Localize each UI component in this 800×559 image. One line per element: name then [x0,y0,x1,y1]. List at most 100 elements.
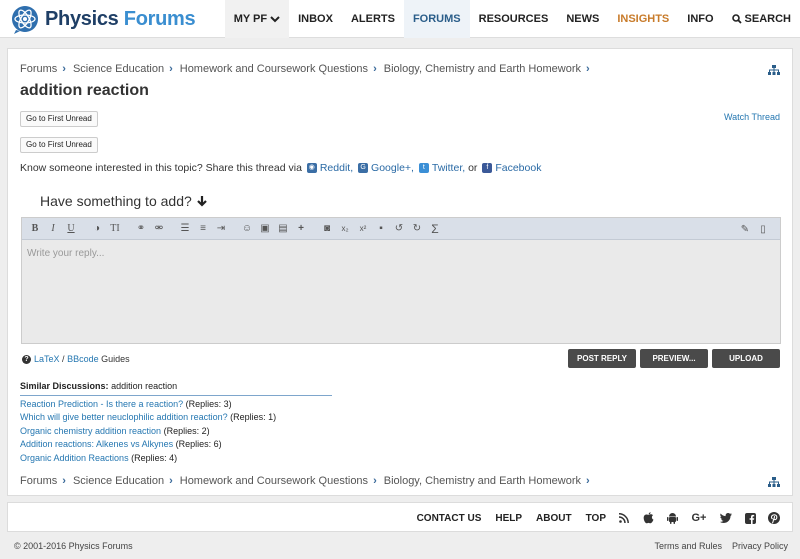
go-to-first-unread-button-2[interactable]: Go to First Unread [20,137,98,153]
subscript-icon[interactable]: x₂ [338,222,352,236]
facebook-icon[interactable] [744,512,756,524]
facebook-icon: f [482,163,493,173]
breadcrumb-science-education[interactable]: Science Education [73,63,164,75]
list-item: Organic chemistry addition reaction (Rep… [20,425,210,436]
twitter-icon[interactable] [720,512,732,524]
nav-alerts[interactable]: ALERTS [342,0,404,38]
nav-inbox[interactable]: INBOX [289,0,342,38]
underline-icon[interactable]: U [64,222,78,236]
nav-info[interactable]: INFO [678,0,722,38]
nav-forums[interactable]: FORUMS [403,0,470,38]
breadcrumb-biology-chemistry[interactable]: Biology, Chemistry and Earth Homework [384,63,581,75]
indent-icon[interactable]: ⇥ [214,222,228,236]
similar-thread-link[interactable]: Organic Addition Reactions [20,453,129,463]
similar-discussions-list: Reaction Prediction - Is there a reactio… [20,398,276,465]
site-logo[interactable]: Physics Forums [10,4,196,34]
share-twitter-link[interactable]: t Twitter, [417,162,465,174]
reddit-icon: ◉ [306,163,317,173]
site-header: Physics Forums MY PF INBOX ALERTS FORUMS… [0,0,800,38]
breadcrumb-bottom: Forums › Science Education › Homework and … [20,475,597,487]
logo-atom-icon [11,6,38,34]
footer-about[interactable]: ABOUT [536,513,572,524]
guides-suffix: Guides [101,354,130,364]
similar-thread-link[interactable]: Organic chemistry addition reaction [20,426,161,436]
breadcrumb-forums[interactable]: Forums [20,63,57,75]
color-icon[interactable]: ◑ [90,222,104,236]
editor-guides: ? LaTeX / BBcode Guides [22,354,130,364]
breadcrumb-biology-chemistry[interactable]: Biology, Chemistry and Earth Homework [384,475,581,487]
undo-icon[interactable]: ↺ [392,222,406,236]
nav-my-pf[interactable]: MY PF [224,0,290,38]
save-draft-icon[interactable]: ▪ [374,222,388,236]
terms-link[interactable]: Terms and Rules [654,541,722,551]
link-icon[interactable]: ⚭ [134,222,148,236]
nav-news[interactable]: NEWS [557,0,608,38]
similar-thread-link[interactable]: Which will give better neuclophilic addi… [20,412,228,422]
italic-icon[interactable]: I [46,222,60,236]
superscript-icon[interactable]: x² [356,222,370,236]
preview-button[interactable]: PREVIEW... [640,349,708,368]
legal-links: Terms and Rules Privacy Policy [644,541,788,551]
post-reply-button[interactable]: POST REPLY [568,349,636,368]
breadcrumb-chevron-icon: › [62,475,66,487]
sitemap-icon[interactable] [768,65,780,76]
share-reddit-link[interactable]: ◉ Reddit, [305,162,353,174]
smilie-icon[interactable]: ☺ [240,222,254,236]
rss-icon[interactable] [618,512,630,524]
redo-icon[interactable]: ↻ [410,222,424,236]
bbcode-guide-link[interactable]: BBcode [67,354,99,364]
footer-help[interactable]: HELP [495,513,522,524]
share-google-link[interactable]: G Google+, [356,162,414,174]
apple-icon[interactable] [642,512,654,524]
insert-icon[interactable]: + [294,222,308,236]
reply-editor: B I U ◑ TI ⚭ ⚮ ☰ ≡ ⇥ ☺ ▣ ▤ + ◙ x₂ x² ▪ ↺… [21,217,781,344]
guides-sep: / [62,354,65,364]
go-to-first-unread-button[interactable]: Go to First Unread [20,111,98,127]
list-item: Addition reactions: Alkenes vs Alkynes (… [20,439,222,450]
site-footer: CONTACT US HELP ABOUT TOP G+ [7,502,793,532]
nav-search[interactable]: SEARCH [723,0,800,38]
reply-textarea[interactable]: Write your reply... [27,248,104,259]
help-icon: ? [22,354,31,364]
breadcrumb-forums[interactable]: Forums [20,475,57,487]
android-icon[interactable] [666,512,678,524]
search-icon [731,14,742,24]
sitemap-icon[interactable] [768,477,780,488]
breadcrumb-homework[interactable]: Homework and Coursework Questions [180,63,368,75]
nav-insights[interactable]: INSIGHTS [608,0,678,38]
bullet-list-icon[interactable]: ☰ [178,222,192,236]
breadcrumb-science-education[interactable]: Science Education [73,475,164,487]
latex-guide-link[interactable]: LaTeX [34,354,60,364]
upload-button[interactable]: UPLOAD [712,349,780,368]
sigma-icon[interactable]: Σ [428,222,442,236]
copyright-text: © 2001-2016 Physics Forums [14,541,133,551]
nav-resources[interactable]: RESOURCES [470,0,558,38]
similar-discussions-heading: Similar Discussions: addition reaction [20,381,332,396]
pinterest-icon[interactable] [768,512,780,524]
breadcrumb-homework[interactable]: Homework and Coursework Questions [180,475,368,487]
list-item: Which will give better neuclophilic addi… [20,412,277,423]
watch-thread-link[interactable]: Watch Thread [724,112,780,122]
eraser-icon[interactable]: ✎ [738,222,752,236]
text-size-icon[interactable]: TI [108,222,122,236]
reply-heading: Have something to add? [40,193,208,209]
breadcrumb-chevron-icon: › [586,475,590,487]
media-icon[interactable]: ▤ [276,222,290,236]
similar-thread-link[interactable]: Addition reactions: Alkenes vs Alkynes [20,439,173,449]
footer-top[interactable]: TOP [586,513,606,524]
footer-contact-us[interactable]: CONTACT US [417,513,482,524]
camera-icon[interactable]: ◙ [320,222,334,236]
share-thread-bar: Know someone interested in this topic? S… [20,162,541,174]
chevron-down-icon [270,16,280,23]
share-facebook-link[interactable]: f Facebook [480,162,541,174]
similar-thread-link[interactable]: Reaction Prediction - Is there a reactio… [20,399,183,409]
thread-panel: Forums › Science Education › Homework and … [7,48,793,496]
source-icon[interactable]: ▯ [756,222,770,236]
google-plus-icon[interactable]: G+ [690,512,708,524]
numbered-list-icon[interactable]: ≡ [196,222,210,236]
privacy-link[interactable]: Privacy Policy [732,541,788,551]
image-icon[interactable]: ▣ [258,222,272,236]
unlink-icon[interactable]: ⚮ [152,222,166,236]
arrow-down-icon [196,196,207,207]
bold-icon[interactable]: B [28,222,42,236]
